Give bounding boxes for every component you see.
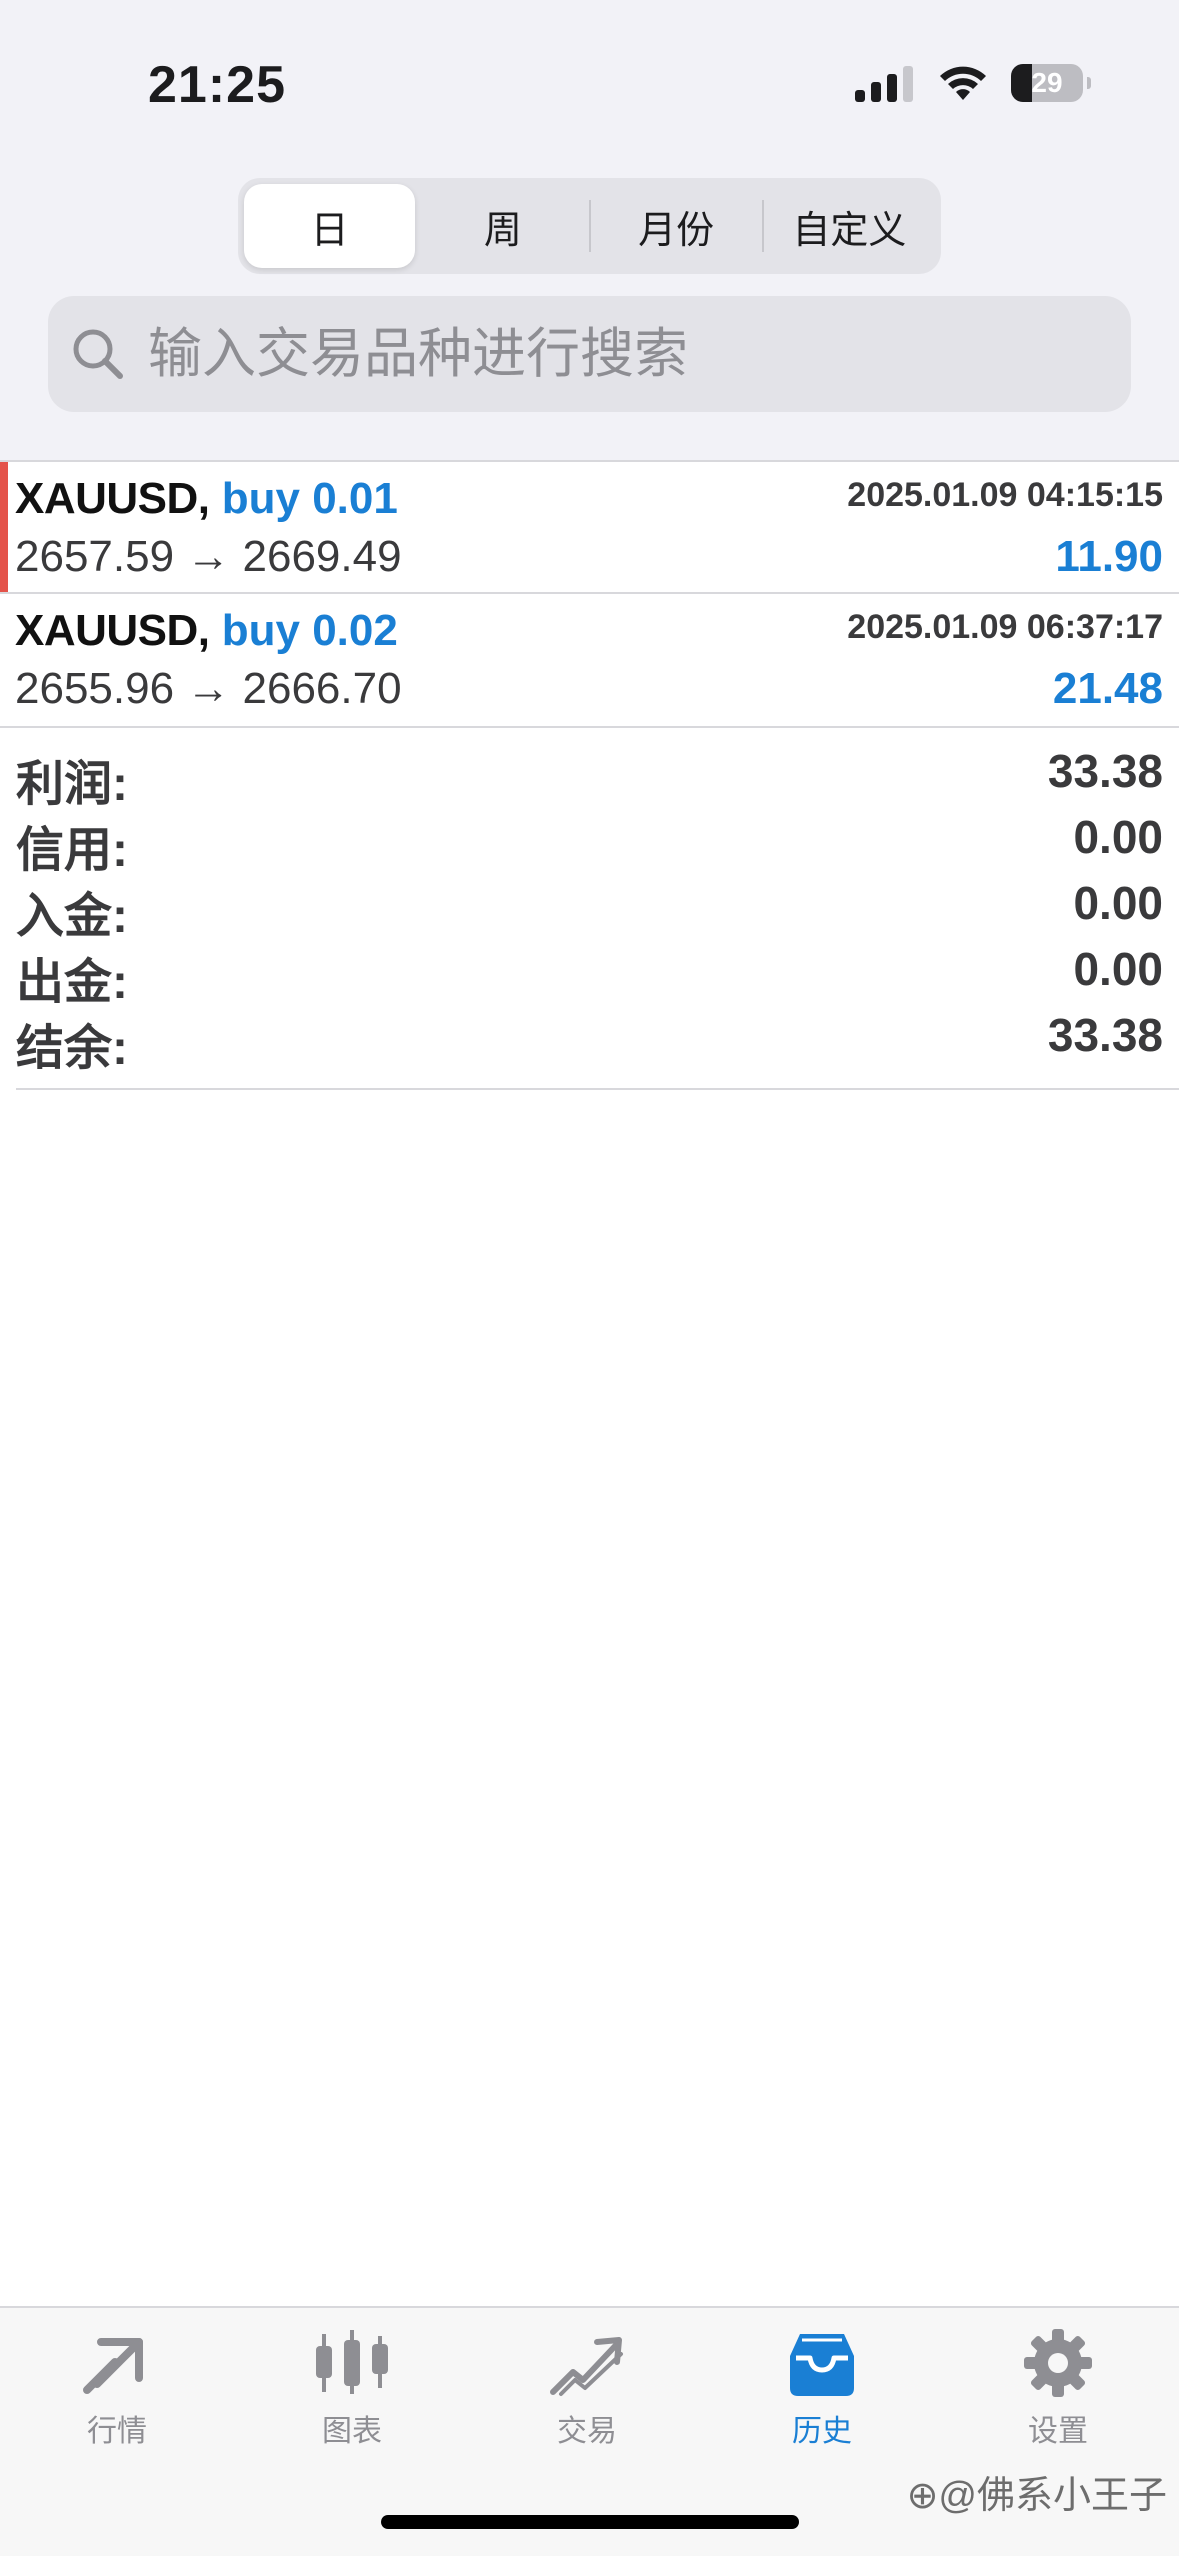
trade-row[interactable]: XAUUSD, buy 0.02 2025.01.09 06:37:17 265… bbox=[0, 594, 1179, 728]
trade-prices: 2655.96 → 2666.70 bbox=[15, 664, 402, 713]
settings-icon bbox=[1024, 2329, 1092, 2397]
period-tab-month[interactable]: 月份 bbox=[591, 184, 762, 268]
account-summary: 利润: 33.38 信用: 0.00 入金: 0.00 出金: 0.00 结余:… bbox=[0, 738, 1179, 1075]
chart-icon bbox=[316, 2330, 388, 2394]
trade-prices: 2657.59 → 2669.49 bbox=[15, 532, 402, 581]
trade-time: 2025.01.09 04:15:15 bbox=[847, 476, 1163, 514]
trade-profit: 11.90 bbox=[1055, 532, 1163, 581]
tab-label: 图表 bbox=[322, 2415, 382, 2448]
summary-value: 33.38 bbox=[1047, 745, 1163, 797]
summary-value: 33.38 bbox=[1047, 1009, 1163, 1061]
header-area: 21:25 29 日 周 月份 自定义 bbox=[0, 0, 1179, 460]
trade-symbol: XAUUSD, bbox=[15, 474, 210, 523]
summary-row-balance: 结余: 33.38 bbox=[0, 1002, 1179, 1075]
trade-row[interactable]: XAUUSD, buy 0.01 2025.01.09 04:15:15 265… bbox=[0, 460, 1179, 594]
summary-row-withdrawal: 出金: 0.00 bbox=[0, 936, 1179, 1009]
trade-symbol: XAUUSD, bbox=[15, 606, 210, 655]
summary-divider bbox=[16, 1088, 1179, 1090]
tab-settings[interactable]: 设置 bbox=[978, 2328, 1138, 2450]
home-indicator[interactable] bbox=[381, 2515, 799, 2529]
summary-value: 0.00 bbox=[1073, 877, 1163, 929]
battery-level: 29 bbox=[1031, 67, 1063, 98]
tab-label: 设置 bbox=[1028, 2415, 1088, 2448]
tab-label: 行情 bbox=[87, 2415, 147, 2448]
battery-icon: 29 bbox=[1011, 64, 1091, 102]
watermark: ⊕@佛系小王子 bbox=[906, 2475, 1167, 2517]
summary-row-profit: 利润: 33.38 bbox=[0, 738, 1179, 811]
trade-history-list: XAUUSD, buy 0.01 2025.01.09 04:15:15 265… bbox=[0, 460, 1179, 728]
tab-trade[interactable]: 交易 bbox=[507, 2328, 667, 2450]
period-segmented-control: 日 周 月份 自定义 bbox=[238, 178, 941, 274]
trade-side-volume: buy 0.01 bbox=[221, 474, 398, 523]
tab-label: 历史 bbox=[792, 2415, 852, 2448]
summary-row-deposit: 入金: 0.00 bbox=[0, 870, 1179, 943]
selected-marker bbox=[0, 462, 8, 592]
search-icon bbox=[73, 329, 123, 379]
status-indicators: 29 bbox=[855, 64, 1091, 102]
trade-profit: 21.48 bbox=[1052, 664, 1163, 713]
trade-icon bbox=[550, 2337, 623, 2396]
summary-value: 0.00 bbox=[1073, 811, 1163, 863]
search-input[interactable] bbox=[146, 322, 1050, 386]
period-tab-day[interactable]: 日 bbox=[244, 184, 416, 268]
tab-quotes[interactable]: 行情 bbox=[37, 2328, 197, 2450]
trade-title: XAUUSD, buy 0.02 bbox=[15, 606, 398, 656]
trade-time: 2025.01.09 06:37:17 bbox=[847, 608, 1163, 646]
trade-title: XAUUSD, buy 0.01 bbox=[15, 474, 398, 524]
quotes-icon bbox=[83, 2338, 143, 2394]
tab-history[interactable]: 历史 bbox=[742, 2328, 902, 2450]
period-tab-week[interactable]: 周 bbox=[417, 184, 588, 268]
summary-row-credit: 信用: 0.00 bbox=[0, 804, 1179, 877]
search-bar[interactable] bbox=[48, 296, 1131, 412]
wifi-icon bbox=[940, 66, 986, 100]
summary-label: 结余: bbox=[16, 1022, 128, 1075]
period-tab-custom[interactable]: 自定义 bbox=[764, 184, 935, 268]
summary-value: 0.00 bbox=[1073, 943, 1163, 995]
status-time: 21:25 bbox=[148, 56, 286, 114]
tab-label: 交易 bbox=[557, 2415, 617, 2448]
tab-chart[interactable]: 图表 bbox=[272, 2328, 432, 2450]
history-icon bbox=[790, 2334, 854, 2396]
cellular-signal-icon bbox=[855, 66, 913, 102]
trade-side-volume: buy 0.02 bbox=[221, 606, 398, 655]
